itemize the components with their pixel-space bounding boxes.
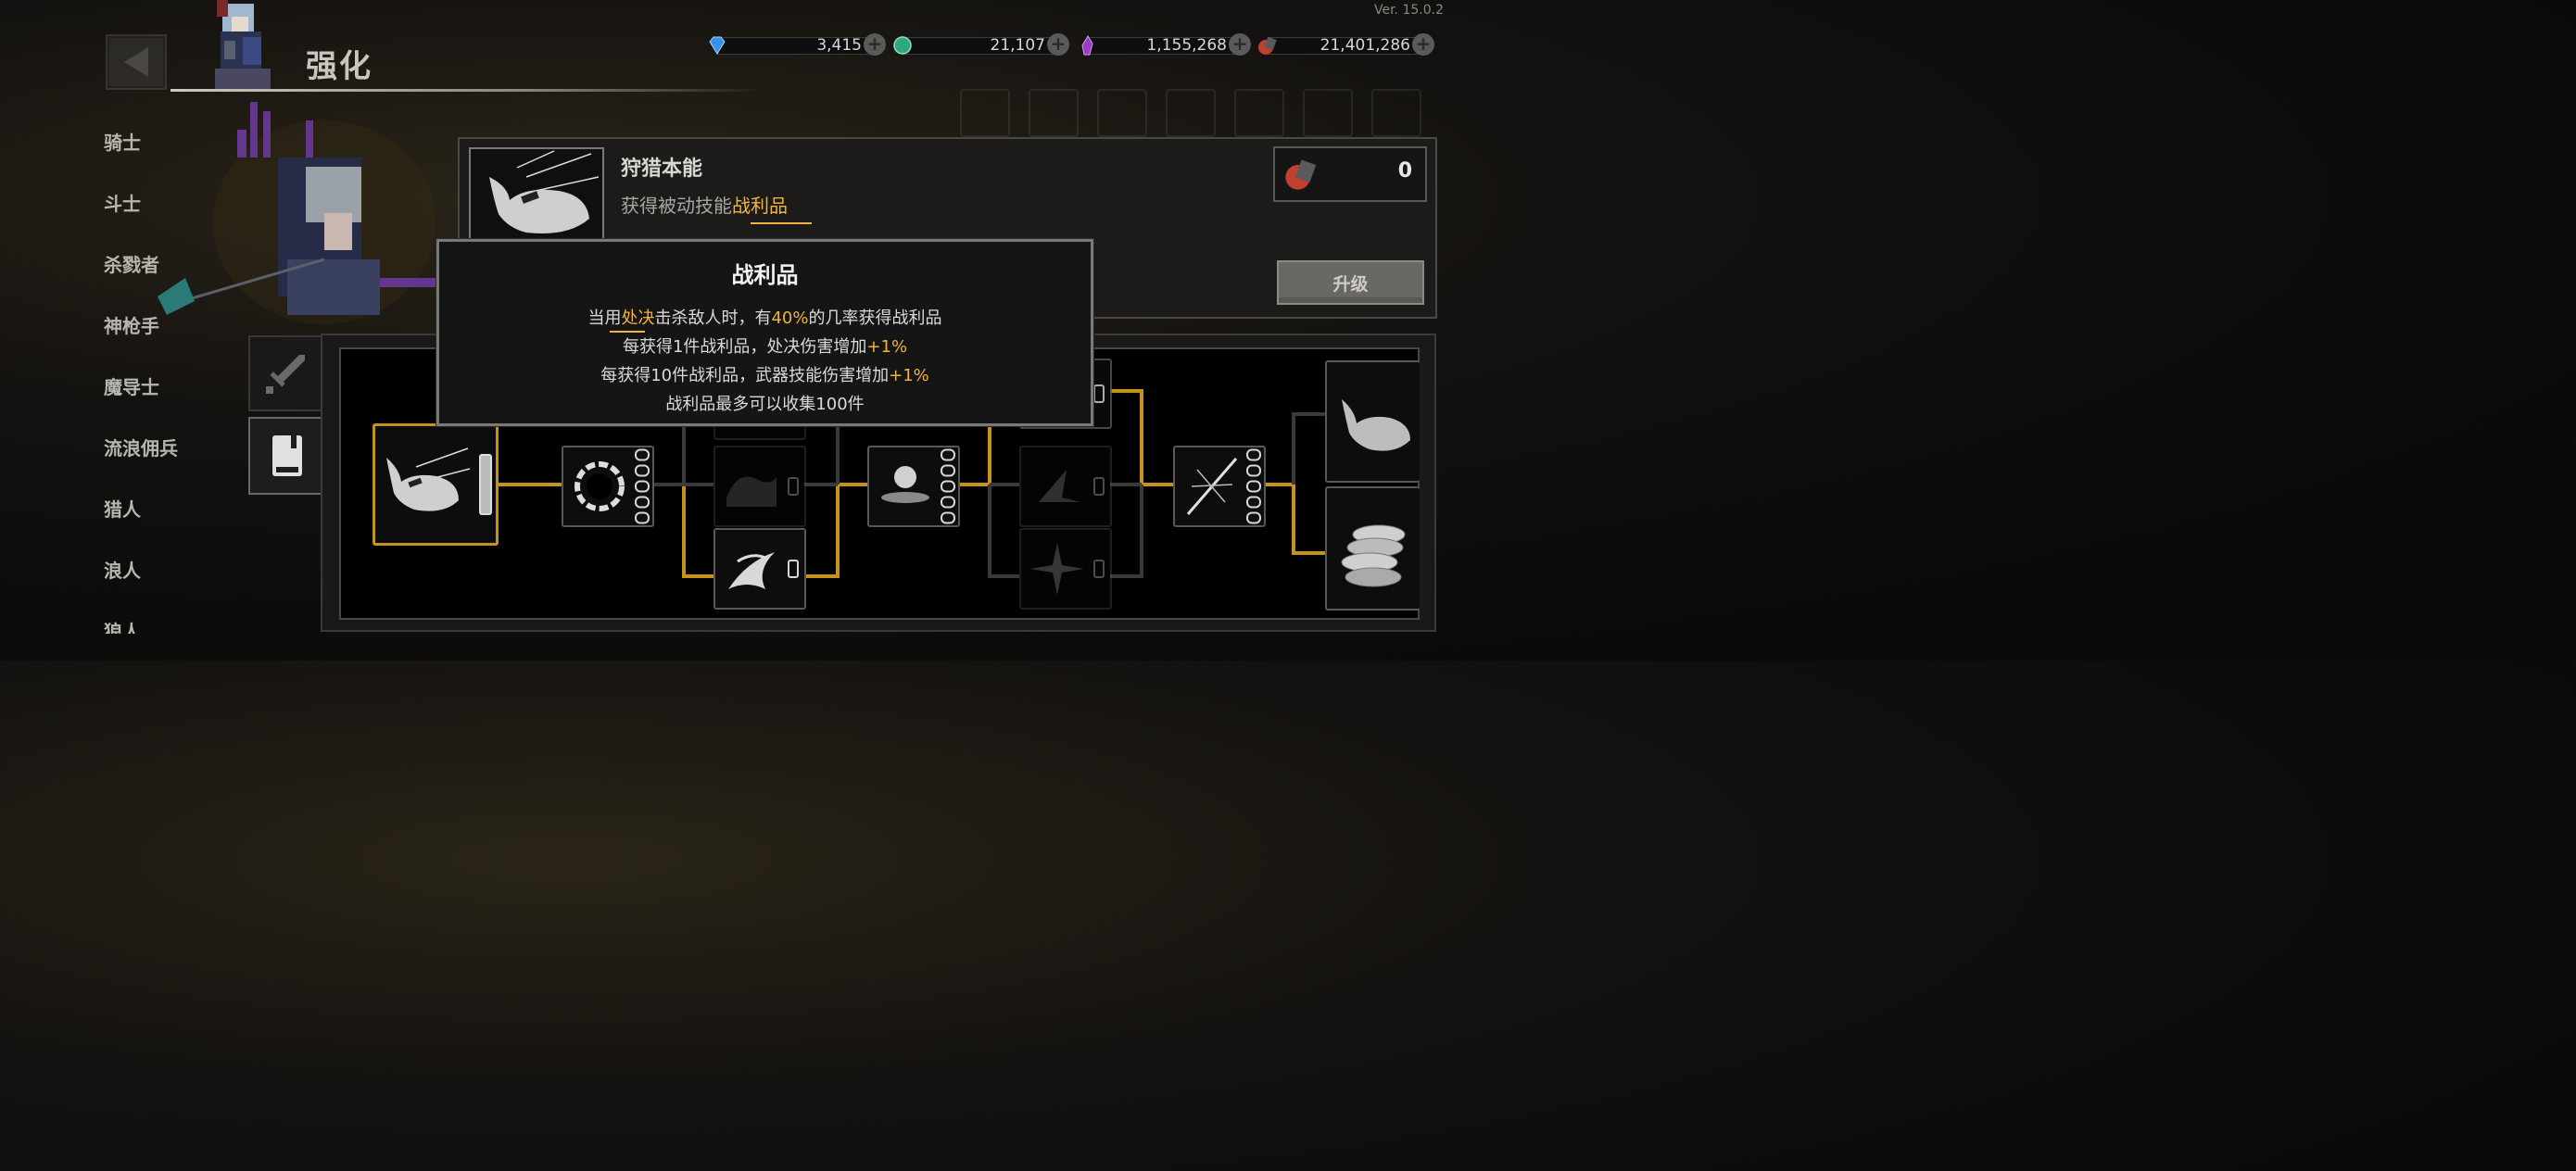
link-underline	[751, 222, 812, 224]
skill-cost-box: 0	[1273, 146, 1427, 202]
tab-skill-book[interactable]	[248, 417, 326, 495]
add-ore-button[interactable]: +	[1412, 33, 1434, 56]
background-menu	[960, 89, 1421, 137]
skill-node-spark[interactable]	[1019, 528, 1112, 610]
sidebar-item-hunter[interactable]: 猎人	[104, 495, 141, 522]
skill-icon-frame	[469, 147, 604, 253]
wave-icon	[726, 476, 777, 507]
back-arrow-icon	[124, 47, 148, 77]
tooltip-line-4: 战利品最多可以收集100件	[665, 395, 865, 414]
tooltip-link-execute[interactable]: 处决	[621, 308, 654, 328]
sidebar-item-mage[interactable]: 魔导士	[104, 372, 159, 399]
tab-weapon[interactable]	[248, 335, 324, 411]
currency-ore: 21,401,286 +	[1256, 33, 1434, 57]
skill-node-coins[interactable]	[1325, 486, 1420, 611]
coins-icon	[1341, 524, 1406, 587]
green-gem-icon	[893, 36, 912, 55]
version-label: Ver. 15.0.2	[1373, 3, 1444, 18]
skill-node-fin[interactable]	[1019, 446, 1112, 527]
spark-icon	[1030, 543, 1084, 595]
back-button[interactable]	[106, 34, 167, 90]
purple-crystal-icon	[1081, 35, 1093, 56]
shark-icon	[386, 447, 471, 511]
diamond-icon	[709, 36, 726, 55]
currency-emerald: 21,107 +	[891, 33, 1069, 57]
sidebar-item-ronin[interactable]: 浪人	[104, 556, 141, 583]
skill-node-moon[interactable]	[867, 446, 960, 527]
spear-icon	[1186, 458, 1238, 515]
sidebar-item-knight[interactable]: 骑士	[104, 128, 141, 155]
shark-icon	[1342, 399, 1410, 451]
currency-value: 21,401,286	[1320, 36, 1410, 55]
skill-link-loot[interactable]: 战利品	[732, 195, 788, 217]
link-underline	[610, 331, 645, 333]
skill-node-hunting-instinct[interactable]	[373, 423, 499, 546]
sidebar-item-mercenary[interactable]: 流浪佣兵	[104, 434, 178, 460]
red-ore-icon	[1258, 36, 1277, 55]
upgrade-button[interactable]: 升级	[1277, 260, 1424, 305]
vortex-icon	[575, 461, 625, 511]
currency-value: 3,415	[816, 36, 862, 55]
skill-description: 获得被动技能战利品	[621, 195, 788, 217]
sidebar-item-fighter[interactable]: 斗士	[104, 189, 141, 216]
skill-cost-value: 0	[1397, 159, 1412, 183]
moon-icon	[881, 466, 929, 503]
skill-node-slash[interactable]	[713, 528, 806, 610]
book-icon	[272, 435, 302, 476]
currency-crystal: 1,155,268 +	[1077, 33, 1251, 57]
tooltip-line-1: 当用处决击杀敌人时，有40%的几率获得战利品	[587, 308, 942, 328]
slash-icon	[728, 552, 775, 589]
tooltip-line-3: 每获得10件战利品，武器技能伤害增加+1%	[600, 366, 929, 385]
skill-name: 狩猎本能	[621, 157, 703, 181]
hunter-character-art	[158, 102, 436, 324]
loot-tooltip: 战利品 当用处决击杀敌人时，有40%的几率获得战利品 每获得1件战利品，处决伤害…	[436, 239, 1093, 426]
currency-value: 21,107	[990, 36, 1045, 55]
skill-node-spear[interactable]	[1173, 446, 1266, 527]
red-ore-icon	[1285, 159, 1317, 190]
title-divider	[170, 89, 764, 92]
add-crystal-button[interactable]: +	[1229, 33, 1251, 56]
tooltip-line-2: 每获得1件战利品，处决伤害增加+1%	[622, 337, 908, 357]
fin-icon	[1039, 470, 1080, 502]
skill-node-tide[interactable]	[713, 446, 806, 527]
sword-icon	[266, 355, 305, 394]
skill-node-shark-final[interactable]	[1325, 360, 1420, 483]
shark-icon	[489, 150, 600, 233]
tooltip-title: 战利品	[731, 262, 799, 288]
add-emerald-button[interactable]: +	[1047, 33, 1069, 56]
character-avatar	[215, 0, 271, 91]
level-gauge	[479, 454, 492, 515]
page-title: 强化	[306, 48, 373, 85]
sidebar-item-werewolf[interactable]: 狼人	[104, 617, 141, 634]
currency-diamond: 3,415 +	[706, 33, 886, 57]
add-diamond-button[interactable]: +	[864, 33, 886, 56]
currency-value: 1,155,268	[1146, 36, 1227, 55]
skill-node-vortex[interactable]	[562, 446, 654, 527]
